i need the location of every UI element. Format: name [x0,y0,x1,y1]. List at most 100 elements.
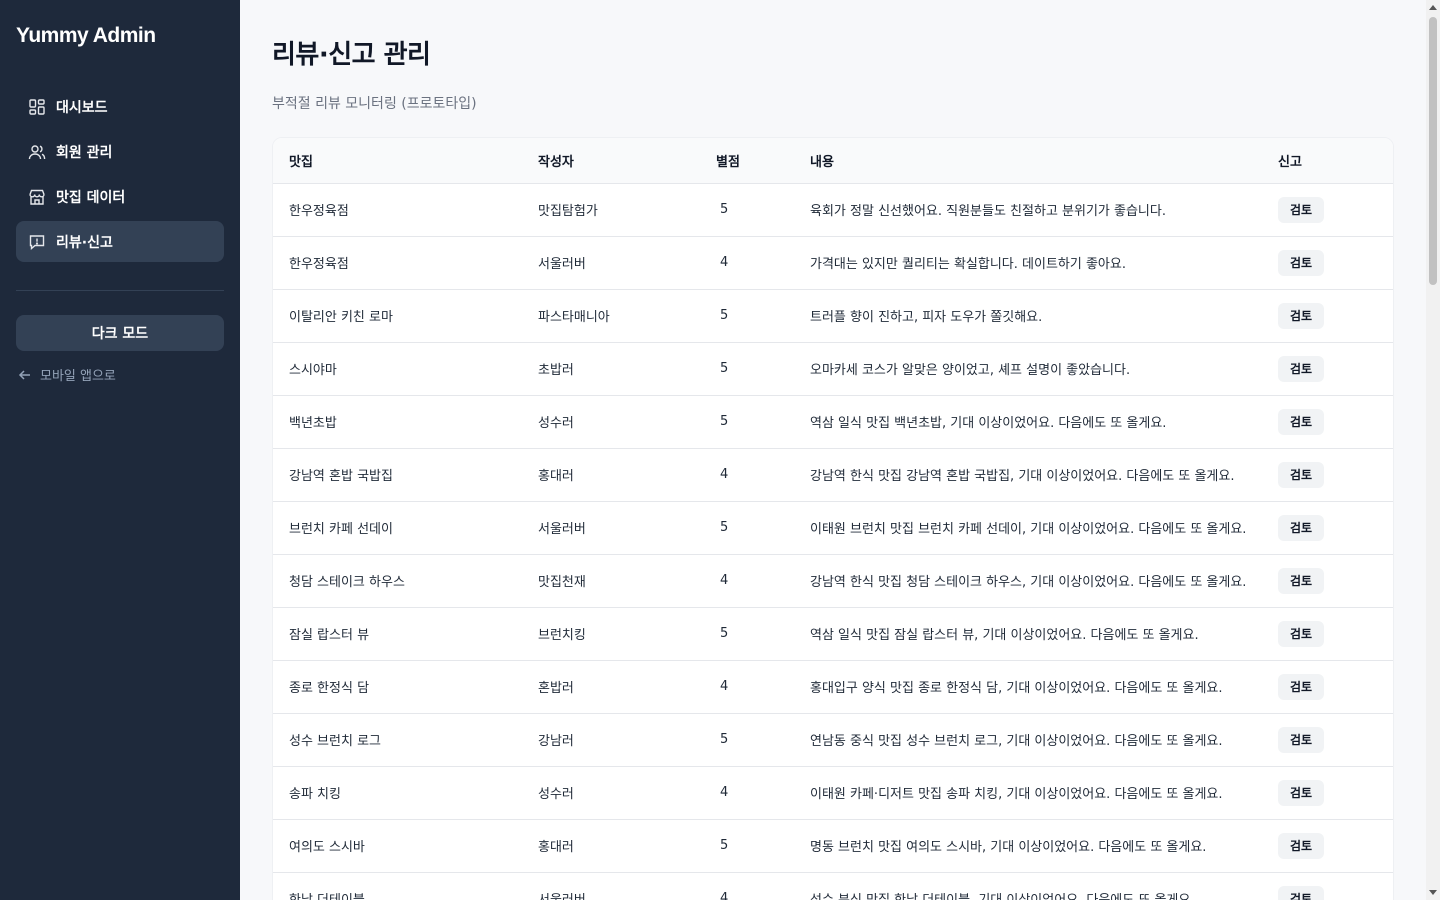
cell-report: 검토 [1262,236,1393,290]
sidebar-item-users[interactable]: 회원 관리 [16,131,224,172]
message-icon [28,233,46,251]
sidebar-item-stores[interactable]: 맛집 데이터 [16,176,224,217]
dashboard-icon [28,98,46,116]
cell-report: 검토 [1262,713,1393,767]
review-button[interactable]: 검토 [1278,832,1325,859]
cell-rating: 4 [700,766,794,820]
header-rating: 별점 [700,138,794,184]
table-row: 잠실 랍스터 뷰 브런치킹 5 역삼 일식 맛집 잠실 랍스터 뷰, 기대 이상이었어… [273,607,1393,661]
cell-rating: 4 [700,872,794,900]
table-row: 성수 브런치 로그 강남러 5 연남동 중식 맛집 성수 브런치 로그, 기대 이상이… [273,713,1393,767]
table-header-row: 맛집 작성자 별점 내용 신고 [273,138,1393,184]
cell-rating: 5 [700,289,794,343]
table-row: 백년초밥 성수러 5 역삼 일식 맛집 백년초밥, 기대 이상이었어요. 다음에도 또… [273,395,1393,449]
page-subtitle: 부적절 리뷰 모니터링 (프로토타입) [272,96,477,112]
header-restaurant: 맛집 [273,138,522,184]
cell-report: 검토 [1262,448,1393,502]
cell-restaurant: 강남역 혼밥 국밥집 [273,448,522,502]
scroll-down-icon[interactable] [1429,890,1437,895]
cell-report: 검토 [1262,766,1393,820]
cell-author: 성수러 [522,766,700,820]
table-row: 이탈리안 키친 로마 파스타매니아 5 트러플 향이 진하고, 피자 도우가 쫄깃해요… [273,289,1393,343]
cell-author: 맛집천재 [522,554,700,608]
cell-content: 명동 브런치 맛집 여의도 스시바, 기대 이상이었어요. 다음에도 또 올게요… [794,819,1262,873]
cell-rating: 4 [700,554,794,608]
cell-report: 검토 [1262,395,1393,449]
cell-author: 파스타매니아 [522,289,700,343]
main-content: 리뷰·신고 관리 부적절 리뷰 모니터링 (프로토타입) 맛집 작성자 별점 내… [240,0,1426,900]
cell-report: 검토 [1262,501,1393,555]
back-to-app-link[interactable]: 모바일 앱으로 [16,365,224,384]
cell-author: 강남러 [522,713,700,767]
sidebar: Yummy Admin 대시보드 회원 관리 맛집 데이터 리뷰·신고 다크 모… [0,0,240,900]
cell-author: 서울러버 [522,501,700,555]
sidebar-item-label: 대시보드 [56,99,108,116]
cell-report: 검토 [1262,660,1393,714]
review-button[interactable]: 검토 [1278,885,1325,900]
dark-mode-button[interactable]: 다크 모드 [16,315,224,351]
sidebar-item-label: 회원 관리 [56,144,113,161]
cell-rating: 5 [700,501,794,555]
cell-rating: 5 [700,183,794,237]
page-scrollbar[interactable] [1426,0,1440,900]
cell-restaurant: 한우정육점 [273,183,522,237]
review-button[interactable]: 검토 [1278,567,1325,594]
review-button[interactable]: 검토 [1278,514,1325,541]
review-button[interactable]: 검토 [1278,196,1325,223]
cell-rating: 5 [700,395,794,449]
review-button[interactable]: 검토 [1278,620,1325,647]
review-button[interactable]: 검토 [1278,408,1325,435]
cell-content: 트러플 향이 진하고, 피자 도우가 쫄깃해요. [794,289,1262,343]
scrollbar-thumb[interactable] [1429,17,1437,285]
review-button[interactable]: 검토 [1278,249,1325,276]
sidebar-item-label: 리뷰·신고 [56,234,113,251]
sidebar-item-dashboard[interactable]: 대시보드 [16,86,224,127]
cell-report: 검토 [1262,872,1393,900]
header-report: 신고 [1262,138,1393,184]
review-button[interactable]: 검토 [1278,779,1325,806]
header-author: 작성자 [522,138,700,184]
cell-content: 홍대입구 양식 맛집 종로 한정식 담, 기대 이상이었어요. 다음에도 또 올… [794,660,1262,714]
cell-content: 강남역 한식 맛집 청담 스테이크 하우스, 기대 이상이었어요. 다음에도 또… [794,554,1262,608]
sidebar-item-reviews[interactable]: 리뷰·신고 [16,221,224,262]
arrow-left-icon [18,369,30,380]
table-row: 한우정육점 서울러버 4 가격대는 있지만 퀄리티는 확실합니다. 데이트하기 좋아요… [273,236,1393,290]
cell-content: 연남동 중식 맛집 성수 브런치 로그, 기대 이상이었어요. 다음에도 또 올… [794,713,1262,767]
cell-author: 서울러버 [522,236,700,290]
table-row: 한남 더테이블서울러버4성수 분식 맛집 한남 더테이블, 기대 이상이었어요.… [273,872,1393,900]
cell-restaurant: 한우정육점 [273,236,522,290]
cell-author: 맛집탐험가 [522,183,700,237]
review-button[interactable]: 검토 [1278,726,1325,753]
cell-author: 혼밥러 [522,660,700,714]
page-title: 리뷰·신고 관리 [272,40,431,70]
back-to-app-label: 모바일 앱으로 [40,369,116,384]
cell-content: 역삼 일식 맛집 잠실 랍스터 뷰, 기대 이상이었어요. 다음에도 또 올게요… [794,607,1262,661]
table-row: 강남역 혼밥 국밥집 홍대러 4 강남역 한식 맛집 강남역 혼밥 국밥집, 기대 이… [273,448,1393,502]
review-button[interactable]: 검토 [1278,355,1325,382]
cell-author: 브런치킹 [522,607,700,661]
cell-restaurant: 성수 브런치 로그 [273,713,522,767]
table-row: 송파 치킹 성수러 4 이태원 카페·디저트 맛집 송파 치킹, 기대 이상이었어요.… [273,766,1393,820]
sidebar-divider [16,290,224,291]
scroll-up-icon[interactable] [1429,5,1437,10]
cell-restaurant: 이탈리안 키친 로마 [273,289,522,343]
table-row: 스시야마 초밥러 5 오마카세 코스가 알맞은 양이었고, 셰프 설명이 좋았습니다.… [273,342,1393,396]
cell-report: 검토 [1262,289,1393,343]
cell-author: 홍대러 [522,448,700,502]
cell-rating: 5 [700,607,794,661]
cell-content: 이태원 브런치 맛집 브런치 카페 선데이, 기대 이상이었어요. 다음에도 또… [794,501,1262,555]
cell-report: 검토 [1262,819,1393,873]
cell-restaurant: 청담 스테이크 하우스 [273,554,522,608]
cell-report: 검토 [1262,342,1393,396]
cell-restaurant: 백년초밥 [273,395,522,449]
review-button[interactable]: 검토 [1278,302,1325,329]
cell-restaurant: 잠실 랍스터 뷰 [273,607,522,661]
cell-restaurant: 브런치 카페 선데이 [273,501,522,555]
cell-author: 초밥러 [522,342,700,396]
review-button[interactable]: 검토 [1278,461,1325,488]
reviews-table: 맛집 작성자 별점 내용 신고 한우정육점 맛집탐험가 5 육회가 정말 신선했어요.… [273,138,1393,900]
cell-author: 서울러버 [522,872,700,900]
table-row: 브런치 카페 선데이 서울러버 5 이태원 브런치 맛집 브런치 카페 선데이, 기대… [273,501,1393,555]
review-button[interactable]: 검토 [1278,673,1325,700]
table-row: 여의도 스시바 홍대러 5 명동 브런치 맛집 여의도 스시바, 기대 이상이었어요.… [273,819,1393,873]
